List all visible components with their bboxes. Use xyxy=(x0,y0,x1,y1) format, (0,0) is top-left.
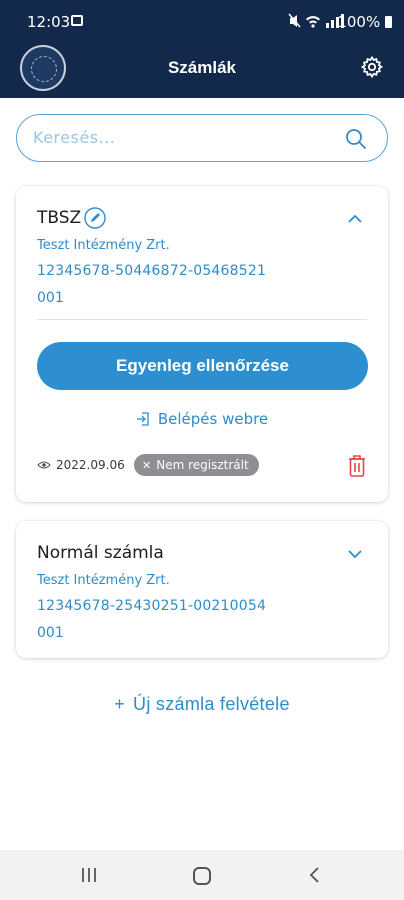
search-icon[interactable] xyxy=(345,128,367,150)
institution-name: Teszt Intézmény Zrt. xyxy=(37,573,170,588)
login-icon xyxy=(136,412,149,426)
close-icon: ✕ xyxy=(142,459,152,472)
recent-apps-icon[interactable] xyxy=(80,867,98,883)
add-account-button[interactable]: + Új számla felvétele xyxy=(0,694,404,715)
web-login-label: Belépés webre xyxy=(157,410,269,428)
battery-percent: 100% xyxy=(337,13,381,31)
account-card-normal[interactable]: Normál számla Teszt Intézmény Zrt. 12345… xyxy=(16,521,388,658)
chevron-down-icon[interactable] xyxy=(348,549,362,559)
battery-icon xyxy=(385,16,392,28)
status-badge-label: Nem regisztrált xyxy=(156,458,249,472)
status-bar: 12:03 100% xyxy=(0,0,404,44)
back-icon[interactable] xyxy=(308,867,320,883)
add-account-label: Új számla felvétele xyxy=(133,694,290,714)
account-number: 12345678-50446872-05468521 xyxy=(37,263,267,279)
sub-account-number: 001 xyxy=(37,625,64,641)
status-time: 12:03 xyxy=(27,13,71,31)
chevron-up-icon[interactable] xyxy=(348,214,362,224)
home-icon[interactable] xyxy=(193,867,211,885)
edit-pencil-icon[interactable] xyxy=(84,207,106,229)
institution-name: Teszt Intézmény Zrt. xyxy=(37,238,170,253)
web-login-link[interactable]: Belépés webre xyxy=(16,410,388,428)
account-name: Normál számla xyxy=(37,543,164,563)
settings-gear-icon[interactable] xyxy=(360,55,384,79)
check-balance-button[interactable]: Egyenleg ellenőrzése xyxy=(37,342,368,390)
search-placeholder: Keresés... xyxy=(33,128,116,147)
eye-icon xyxy=(37,461,51,469)
image-notification-icon xyxy=(71,15,83,26)
trash-icon[interactable] xyxy=(347,454,367,478)
account-number: 12345678-25430251-00210054 xyxy=(37,598,267,614)
account-card-tbsz[interactable]: TBSZ Teszt Intézmény Zrt. 12345678-50446… xyxy=(16,186,388,502)
page-title: Számlák xyxy=(167,58,237,77)
sub-account-number: 001 xyxy=(37,290,64,306)
search-input[interactable]: Keresés... xyxy=(16,114,388,162)
card-divider xyxy=(37,319,367,320)
app-bar: Számlák xyxy=(0,44,404,98)
account-name: TBSZ xyxy=(37,208,82,228)
status-badge: ✕ Nem regisztrált xyxy=(134,454,259,476)
plus-icon: + xyxy=(114,694,126,714)
system-navigation-bar xyxy=(0,850,404,900)
battery-status: 100% xyxy=(337,13,392,31)
last-checked-date: 2022.09.06 xyxy=(56,458,125,472)
